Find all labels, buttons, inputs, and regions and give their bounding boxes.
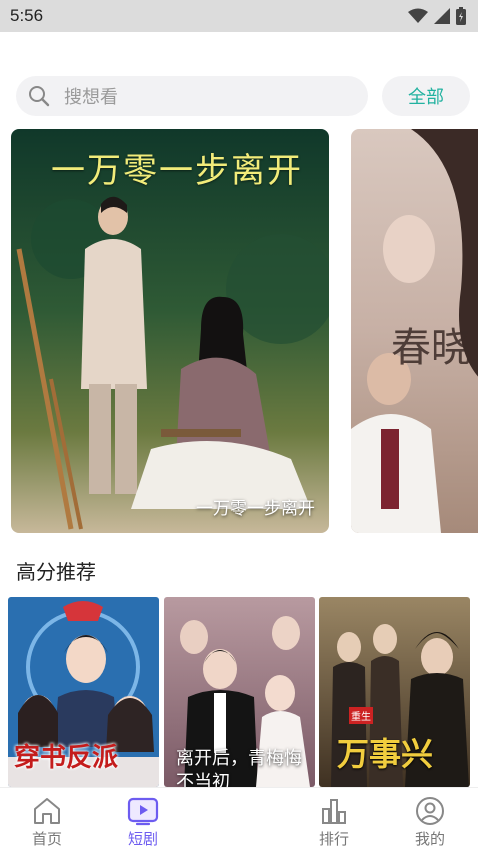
poster-title-art: 离开后，青梅悔不当初 [176,748,302,787]
wifi-icon [408,8,428,23]
status-bar: 5:56 [0,0,478,32]
battery-icon [456,7,466,25]
banner-caption: 一万零一步离开 [196,499,315,519]
featured-banner[interactable]: 一万零一步离开 一万零一步离开 [11,129,329,533]
status-icons [408,7,466,25]
recommendation-card[interactable]: 重生 万事兴 [319,597,470,787]
search-placeholder: 搜想看 [64,87,118,108]
featured-banner-next[interactable]: 春晓 [351,129,478,533]
recommendation-card[interactable]: 离开后，青梅悔不当初 [164,597,315,787]
tab-short-drama[interactable]: 短剧 [103,788,183,852]
bottom-tab-bar: 首页 短剧 排行 我的 [0,787,478,852]
home-icon [34,798,60,824]
tab-ranking[interactable]: 排行 [294,788,374,852]
banner-title-art: 一万零一步离开 [51,151,303,191]
poster-tag: 重生 [349,707,373,724]
cell-signal-icon [434,8,450,24]
profile-icon [416,797,444,825]
tab-home[interactable]: 首页 [7,788,87,852]
search-icon [29,86,50,107]
poster-title-art: 万事兴 [337,735,434,773]
banner-title-art: 春晓 [391,325,471,371]
search-row: 搜想看 全部 [16,76,470,116]
tab-label: 首页 [31,830,62,848]
tab-label: 我的 [414,830,445,848]
tab-label: 短剧 [127,830,158,848]
section-title: 高分推荐 [16,560,96,584]
recommendation-card[interactable]: 穿书反派 [8,597,159,787]
tab-label: 排行 [318,830,349,848]
tab-profile[interactable]: 我的 [390,788,470,852]
play-icon [127,797,159,826]
all-button[interactable]: 全部 [382,76,470,116]
search-input[interactable]: 搜想看 [16,76,368,116]
status-time: 5:56 [10,6,44,25]
poster-title-art: 穿书反派 [14,743,119,773]
chart-icon [322,799,346,824]
